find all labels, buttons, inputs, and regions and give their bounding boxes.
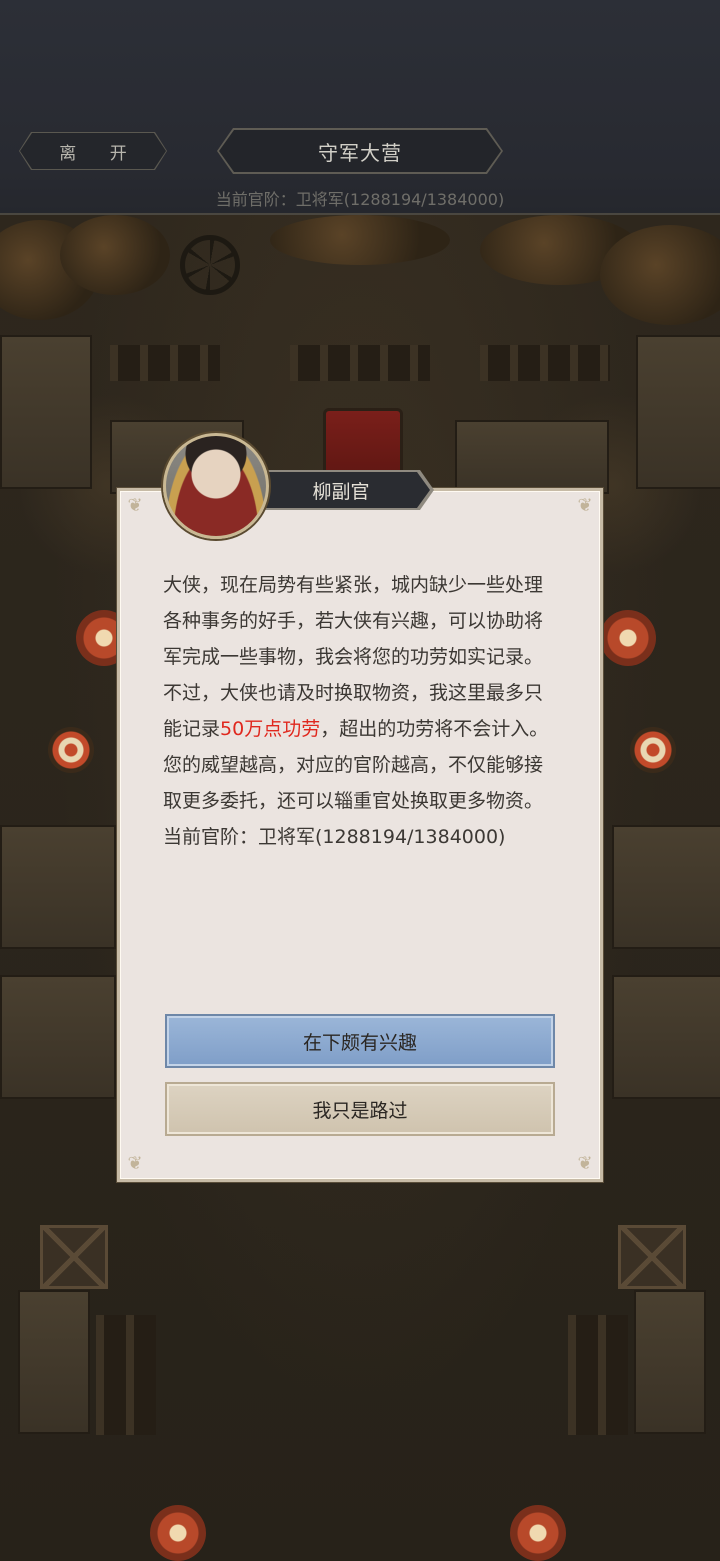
tree-decoration	[270, 215, 450, 265]
flower-decoration	[510, 1505, 566, 1561]
leave-button[interactable]: 离 开	[20, 133, 166, 169]
flower-decoration	[150, 1505, 206, 1561]
crate-decoration	[618, 1225, 686, 1289]
tree-decoration	[600, 225, 720, 325]
tent-decoration	[612, 825, 720, 949]
dialog-paragraph-3: 您的威望越高，对应的官阶越高，不仅能够接取更多委托，还可以辎重官处换取更多物资。	[163, 754, 544, 812]
tent-decoration	[0, 335, 92, 489]
ornament-corner-icon: ❦	[577, 1153, 593, 1174]
flower-decoration	[600, 610, 656, 666]
tent-decoration	[18, 1290, 90, 1434]
tent-decoration	[0, 975, 116, 1099]
officer-avatar	[163, 433, 269, 539]
tent-decoration	[0, 825, 116, 949]
palisade-decoration	[290, 345, 430, 381]
top-header	[0, 0, 720, 215]
ornament-corner-icon: ❦	[127, 1153, 143, 1174]
tent-decoration	[612, 975, 720, 1099]
tree-decoration	[60, 215, 170, 295]
dialog-paragraph-2: 不过，大侠也请及时换取物资，我这里最多只能记录50万点功劳，超出的功劳将不会计入…	[163, 675, 557, 747]
decline-button[interactable]: 我只是路过	[165, 1082, 555, 1136]
palisade-decoration	[96, 1315, 156, 1435]
target-decoration	[48, 727, 94, 773]
crate-decoration	[40, 1225, 108, 1289]
dialog-text: 大侠，现在局势有些紧张，城内缺少一些处理各种事务的好手，若大侠有兴趣，可以协助将…	[163, 567, 557, 855]
tent-decoration	[634, 1290, 706, 1434]
header-rank-status: 当前官阶：卫将军(1288194/1384000)	[215, 190, 505, 209]
palisade-decoration	[110, 345, 220, 381]
speaker-name: 柳副官	[252, 472, 430, 508]
accept-button[interactable]: 在下颇有兴趣	[165, 1014, 555, 1068]
wheel-decoration	[180, 235, 240, 295]
merit-limit-highlight: 50万点功劳	[220, 718, 321, 740]
target-decoration	[630, 727, 676, 773]
tent-decoration	[455, 420, 609, 494]
palisade-decoration	[480, 345, 610, 381]
palisade-decoration	[568, 1315, 628, 1435]
dialog-rank-status: 当前官阶：卫将军(1288194/1384000)	[163, 826, 506, 848]
paragraph-2-end: ，超出的功劳将不会计入。	[320, 718, 549, 740]
tent-decoration	[636, 335, 720, 489]
ornament-corner-icon: ❦	[577, 495, 593, 516]
page-title: 守军大营	[219, 130, 501, 172]
ornament-corner-icon: ❦	[127, 495, 143, 516]
dialog-paragraph-1: 大侠，现在局势有些紧张，城内缺少一些处理各种事务的好手，若大侠有兴趣，可以协助将…	[163, 574, 544, 668]
